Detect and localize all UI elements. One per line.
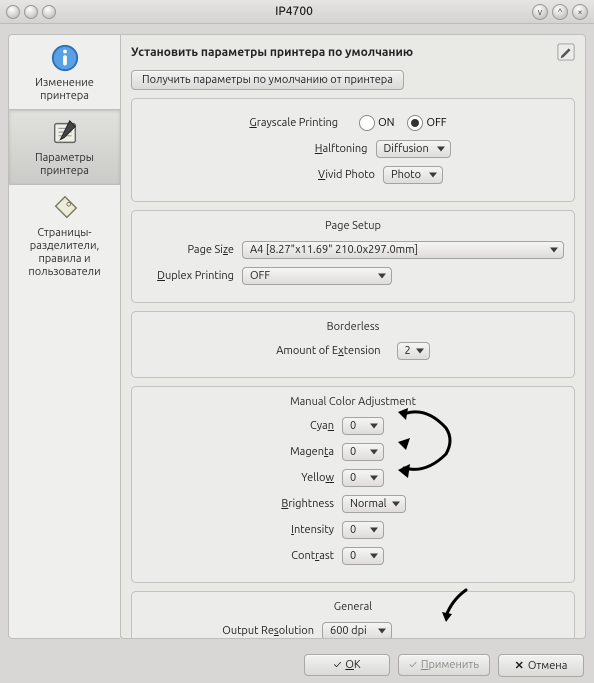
- minimize-icon[interactable]: v: [532, 4, 548, 20]
- dialog-button-bar: ✓OOKK ✓ППрименитьрименить ✕ Отмена: [0, 647, 594, 683]
- grayscale-on-label: ON: [378, 117, 394, 129]
- page-title: Установить параметры принтера по умолчан…: [131, 46, 413, 59]
- brightness-label: Brightness: [142, 498, 342, 510]
- halftoning-label: Halftoning: [256, 143, 376, 155]
- grayscale-on-radio[interactable]: [359, 115, 375, 131]
- cancel-label: Отмена: [528, 660, 568, 672]
- window-title: IP4700: [275, 5, 313, 18]
- borderless-title: Borderless: [142, 321, 564, 333]
- page-size-select[interactable]: A4 [8.27"x11.69" 210.0x297.0mm]: [242, 241, 564, 259]
- page-setup-title: Page Setup: [142, 220, 564, 232]
- duplex-label: Duplex Printing: [142, 270, 242, 282]
- page-size-label: Page Size: [142, 244, 242, 256]
- titlebar-button-2[interactable]: [24, 5, 38, 19]
- halftoning-select[interactable]: Diffusion: [376, 140, 451, 158]
- yellow-label: Yellow: [142, 472, 342, 484]
- notepad-icon: [50, 118, 80, 148]
- output-resolution-label: Output Resolution: [142, 625, 322, 637]
- sidebar-item-change-printer[interactable]: Изменение принтера: [9, 35, 120, 110]
- info-icon: [50, 43, 80, 73]
- sidebar-item-printer-params[interactable]: Параметры принтера: [9, 110, 120, 185]
- section-general: General Output Resolution600 dpi Color M…: [131, 591, 575, 639]
- content-panel: Установить параметры принтера по умолчан…: [120, 34, 586, 639]
- intensity-select[interactable]: 0: [342, 521, 384, 539]
- sidebar: Изменение принтера Параметры принтера Ст…: [8, 34, 120, 639]
- check-icon: ✓: [334, 659, 342, 671]
- manual-color-title: Manual Color Adjustment: [142, 396, 564, 408]
- amount-extension-select[interactable]: 2: [397, 342, 430, 360]
- apply-button[interactable]: ✓ППрименитьрименить: [398, 654, 490, 676]
- contrast-select[interactable]: 0: [342, 547, 384, 565]
- magenta-label: Magenta: [142, 446, 342, 458]
- sidebar-label-1: Параметры принтера: [11, 152, 118, 178]
- grayscale-off-radio[interactable]: [407, 115, 423, 131]
- apply-icon: ✓: [409, 659, 417, 671]
- magenta-select[interactable]: 0: [342, 443, 384, 461]
- edit-icon[interactable]: [557, 43, 575, 61]
- titlebar: IP4700 v ^ ×: [0, 0, 594, 24]
- titlebar-button-1[interactable]: [6, 5, 20, 19]
- close-icon[interactable]: ×: [572, 4, 588, 20]
- section-manual-color: Manual Color Adjustment Cyan0 Magenta0 Y…: [131, 386, 575, 583]
- duplex-select[interactable]: OFF: [242, 267, 392, 285]
- section-page-setup: Page Setup Page Size A4 [8.27"x11.69" 21…: [131, 210, 575, 303]
- titlebar-button-3[interactable]: [42, 5, 56, 19]
- cyan-select[interactable]: 0: [342, 417, 384, 435]
- section-print-basic: GGrayscale Printingrayscale Printing ON …: [131, 98, 575, 202]
- cyan-label: Cyan: [142, 420, 342, 432]
- sidebar-item-separators[interactable]: Страницы-разделители, правила и пользова…: [9, 185, 120, 285]
- intensity-label: Intensity: [142, 524, 342, 536]
- grayscale-off-label: OFF: [426, 117, 446, 129]
- yellow-select[interactable]: 0: [342, 469, 384, 487]
- get-defaults-button[interactable]: Получить параметры по умолчанию от принт…: [131, 70, 404, 90]
- main-area: Изменение принтера Параметры принтера Ст…: [0, 24, 594, 647]
- sidebar-label-2: Страницы-разделители, правила и пользова…: [11, 227, 118, 279]
- brightness-select[interactable]: Normal: [342, 495, 406, 513]
- grayscale-label: GGrayscale Printingrayscale Printing: [249, 117, 346, 129]
- cancel-button[interactable]: ✕ Отмена: [498, 654, 584, 677]
- vivid-photo-label: Vivid Photo: [263, 169, 383, 181]
- vivid-photo-select[interactable]: Photo: [383, 166, 443, 184]
- general-title: General: [142, 601, 564, 613]
- ok-button[interactable]: ✓OOKK: [304, 654, 390, 676]
- cancel-icon: ✕: [515, 659, 524, 672]
- output-resolution-select[interactable]: 600 dpi: [322, 622, 392, 639]
- maximize-icon[interactable]: ^: [552, 4, 568, 20]
- tag-icon: [50, 193, 80, 223]
- sidebar-label-0: Изменение принтера: [11, 77, 118, 103]
- amount-extension-label: Amount of Extension: [276, 345, 388, 357]
- contrast-label: Contrast: [142, 550, 342, 562]
- section-borderless: Borderless Amount of Extension 2: [131, 311, 575, 378]
